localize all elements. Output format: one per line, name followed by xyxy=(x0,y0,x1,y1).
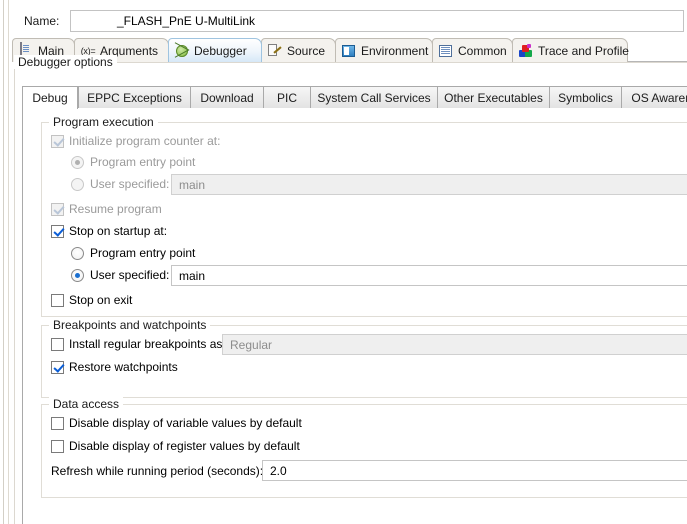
init-user-specified-input[interactable]: main xyxy=(171,174,687,195)
restore-watchpoints-label: Restore watchpoints xyxy=(69,360,178,374)
radio-dot xyxy=(71,246,84,260)
configuration-name-row: Name: _FLASH_PnE U-MultiLink xyxy=(12,10,684,34)
checkbox-box xyxy=(51,134,64,148)
subtab-os-awareness[interactable]: OS Awareness xyxy=(621,86,687,108)
stop-on-startup-label: Stop on startup at: xyxy=(69,224,168,238)
stop-on-exit-checkbox[interactable]: Stop on exit xyxy=(51,293,132,307)
configuration-name-label: Name: xyxy=(24,14,60,28)
launch-configuration-dialog: Name: _FLASH_PnE U-MultiLink Main (x)= A… xyxy=(0,0,687,524)
resume-program-label: Resume program xyxy=(69,202,162,216)
install-regular-breakpoints-label: Install regular breakpoints as xyxy=(69,337,223,351)
debug-tab-pane: Program execution Initialize program cou… xyxy=(22,108,687,524)
subtab-symbolics[interactable]: Symbolics xyxy=(549,86,622,108)
refresh-period-input[interactable]: 2.0 xyxy=(262,460,687,481)
configuration-name-input[interactable]: _FLASH_PnE U-MultiLink xyxy=(70,10,684,32)
stop-program-entry-point-radio[interactable]: Program entry point xyxy=(71,246,195,260)
checkbox-box xyxy=(51,202,64,216)
checkbox-box xyxy=(51,439,64,453)
stop-user-specified-radio[interactable]: User specified: xyxy=(71,268,169,282)
bug-icon xyxy=(174,43,190,59)
tab-common[interactable]: Common xyxy=(432,38,513,62)
debugger-options-group-title: Debugger options xyxy=(14,55,117,69)
refresh-period-row: Refresh while running period (seconds): xyxy=(51,464,263,478)
initialize-program-counter-checkbox[interactable]: Initialize program counter at: xyxy=(51,134,220,148)
subtab-download[interactable]: Download xyxy=(190,86,264,108)
checkbox-box xyxy=(51,224,64,238)
checkbox-box xyxy=(51,360,64,374)
radio-dot xyxy=(71,268,84,282)
configuration-name-value: _FLASH_PnE U-MultiLink xyxy=(117,14,256,28)
tab-environment[interactable]: Environment xyxy=(335,38,433,62)
checkbox-box xyxy=(51,416,64,430)
install-breakpoints-type-select[interactable]: Regular xyxy=(222,334,687,355)
subtab-debug[interactable]: Debug xyxy=(22,86,78,109)
radio-dot xyxy=(71,177,84,191)
disable-variable-values-checkbox[interactable]: Disable display of variable values by de… xyxy=(51,416,302,430)
stop-user-specified-label: User specified: xyxy=(90,268,170,282)
disable-register-values-label: Disable display of register values by de… xyxy=(69,439,300,453)
subtab-system-call-services[interactable]: System Call Services xyxy=(310,86,438,108)
program-execution-title: Program execution xyxy=(49,115,158,129)
data-access-title: Data access xyxy=(49,397,124,411)
subtab-eppc-exceptions[interactable]: EPPC Exceptions xyxy=(78,86,191,108)
window-left-edge xyxy=(0,0,4,524)
tab-trace-and-profile[interactable]: Trace and Profile xyxy=(512,38,629,62)
tab-debugger[interactable]: Debugger xyxy=(168,38,262,62)
initialize-program-counter-label: Initialize program counter at: xyxy=(69,134,221,148)
tab-common-label: Common xyxy=(458,43,507,58)
common-list-icon xyxy=(438,43,454,59)
init-program-entry-point-label: Program entry point xyxy=(90,155,196,169)
window-left-divider xyxy=(8,0,9,524)
tab-debugger-label: Debugger xyxy=(194,43,247,58)
restore-watchpoints-checkbox[interactable]: Restore watchpoints xyxy=(51,360,178,374)
checkbox-box xyxy=(51,293,64,307)
refresh-period-label: Refresh while running period (seconds): xyxy=(51,464,264,478)
environment-icon xyxy=(341,43,357,59)
init-user-specified-label: User specified: xyxy=(90,177,170,191)
program-execution-group xyxy=(41,122,687,317)
install-regular-breakpoints-checkbox[interactable]: Install regular breakpoints as xyxy=(51,337,222,351)
stop-user-specified-input[interactable]: main xyxy=(171,265,687,286)
breakpoints-title: Breakpoints and watchpoints xyxy=(49,318,211,332)
stop-program-entry-point-label: Program entry point xyxy=(90,246,196,260)
disable-register-values-checkbox[interactable]: Disable display of register values by de… xyxy=(51,439,300,453)
subtab-pic[interactable]: PIC xyxy=(263,86,311,108)
source-edit-icon xyxy=(267,43,283,59)
debugger-sub-tab-bar: Debug EPPC Exceptions Download PIC Syste… xyxy=(22,86,687,109)
tab-source-label: Source xyxy=(287,43,326,58)
tab-source[interactable]: Source xyxy=(261,38,336,62)
stop-on-exit-label: Stop on exit xyxy=(69,293,133,307)
init-user-specified-radio[interactable]: User specified: xyxy=(71,177,169,191)
stop-on-startup-checkbox[interactable]: Stop on startup at: xyxy=(51,224,167,238)
disable-variable-values-label: Disable display of variable values by de… xyxy=(69,416,302,430)
subtab-other-executables[interactable]: Other Executables xyxy=(437,86,550,108)
resume-program-checkbox[interactable]: Resume program xyxy=(51,202,162,216)
init-program-entry-point-radio[interactable]: Program entry point xyxy=(71,155,195,169)
tab-trace-and-profile-label: Trace and Profile xyxy=(538,43,629,58)
tab-environment-label: Environment xyxy=(361,43,429,58)
trace-icon xyxy=(518,43,534,59)
radio-dot xyxy=(71,155,84,169)
checkbox-box xyxy=(51,337,64,351)
